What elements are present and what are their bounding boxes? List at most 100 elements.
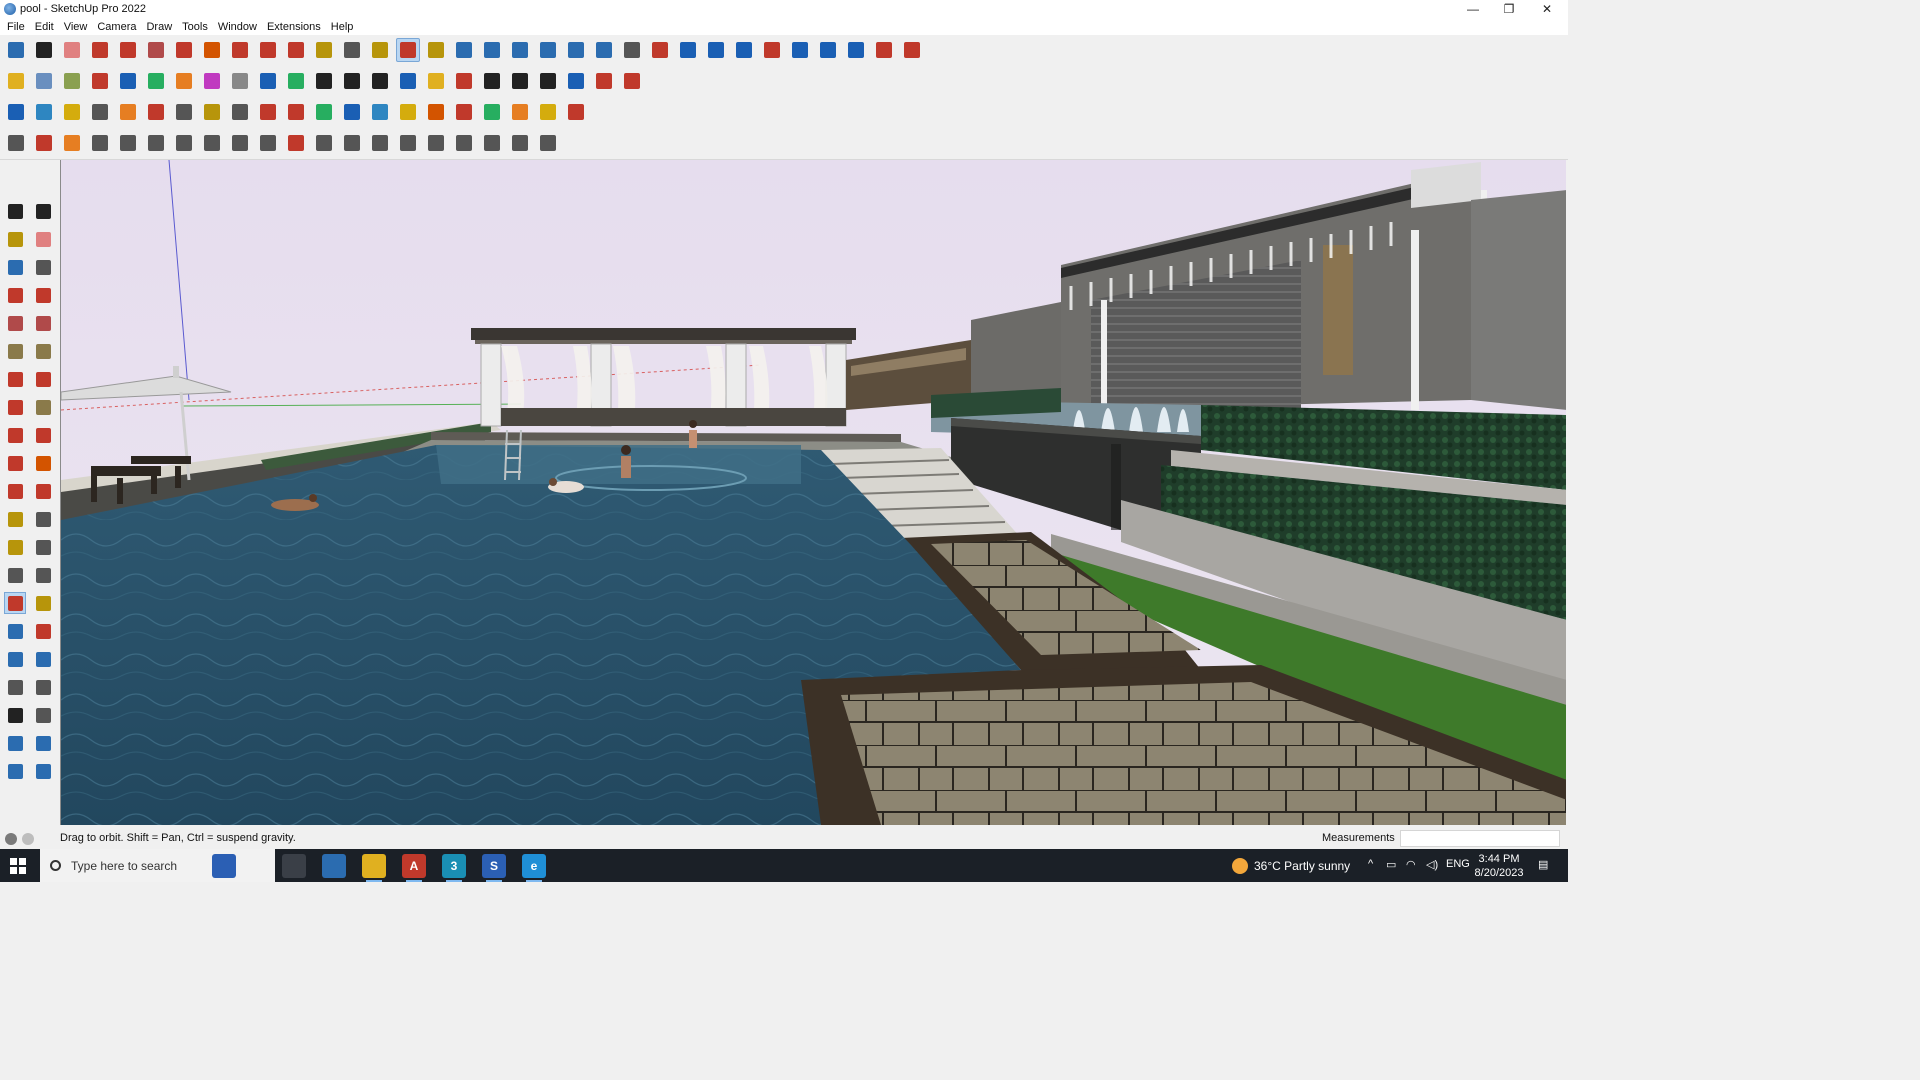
shape-i-button[interactable] bbox=[312, 131, 336, 155]
x-blue-button[interactable] bbox=[340, 100, 364, 124]
shape-b-button[interactable] bbox=[116, 131, 140, 155]
grid-button[interactable] bbox=[172, 100, 196, 124]
move-button[interactable] bbox=[228, 38, 252, 62]
minimize-button[interactable]: — bbox=[1454, 0, 1492, 18]
zoomwin-tool-button[interactable] bbox=[32, 620, 54, 642]
axis-button[interactable] bbox=[704, 38, 728, 62]
shape-q-button[interactable] bbox=[536, 131, 560, 155]
3dtext-tool-button[interactable] bbox=[32, 564, 54, 586]
taskbar-search[interactable]: Type here to search bbox=[40, 849, 275, 882]
volume-icon[interactable]: ◁) bbox=[1426, 858, 1438, 871]
zoom-extents-button[interactable] bbox=[4, 38, 28, 62]
arrow-red-button[interactable] bbox=[88, 69, 112, 93]
network-icon[interactable]: ▭ bbox=[1386, 858, 1396, 871]
menu-view[interactable]: View bbox=[59, 21, 93, 33]
menu-file[interactable]: File bbox=[2, 21, 30, 33]
shape-m-button[interactable] bbox=[424, 131, 448, 155]
offset-button[interactable] bbox=[60, 131, 84, 155]
axes-tool-button[interactable] bbox=[4, 256, 26, 278]
offset-tool-button[interactable] bbox=[32, 480, 54, 502]
section-plane-button[interactable] bbox=[536, 38, 560, 62]
shape-n-button[interactable] bbox=[452, 131, 476, 155]
acrobat-icon[interactable]: A bbox=[402, 854, 426, 882]
book-button[interactable] bbox=[200, 100, 224, 124]
shape-a-button[interactable] bbox=[88, 131, 112, 155]
arrow-orange-button[interactable] bbox=[172, 69, 196, 93]
cone-button[interactable] bbox=[368, 100, 392, 124]
door-button[interactable] bbox=[368, 69, 392, 93]
ellipse-shape-button[interactable] bbox=[536, 69, 560, 93]
menu-tools[interactable]: Tools bbox=[177, 21, 213, 33]
follow-me-button[interactable] bbox=[200, 38, 224, 62]
sandbox-tool-button[interactable] bbox=[4, 760, 26, 782]
sandbox2-tool-button[interactable] bbox=[32, 760, 54, 782]
box-wire-button[interactable] bbox=[32, 69, 56, 93]
shape-d-button[interactable] bbox=[172, 131, 196, 155]
sketchup-3-icon[interactable]: 3 bbox=[442, 854, 466, 882]
widgets-icon[interactable] bbox=[212, 854, 236, 878]
arc-tool-button[interactable] bbox=[4, 368, 26, 390]
align-button[interactable] bbox=[788, 38, 812, 62]
paint-bucket-button[interactable] bbox=[368, 38, 392, 62]
info-icon[interactable] bbox=[22, 833, 34, 845]
triangle-button[interactable] bbox=[396, 100, 420, 124]
orbit-tool-button[interactable] bbox=[4, 592, 26, 614]
square-red-button[interactable] bbox=[144, 100, 168, 124]
move-tool-button[interactable] bbox=[4, 424, 26, 446]
scatter-button[interactable] bbox=[564, 100, 588, 124]
menu-window[interactable]: Window bbox=[213, 21, 262, 33]
arrow-blue-button[interactable] bbox=[116, 69, 140, 93]
weather-widget[interactable]: 36°C Partly sunny bbox=[1232, 858, 1350, 874]
shape-c-button[interactable] bbox=[144, 131, 168, 155]
pie-tool-button[interactable] bbox=[32, 396, 54, 418]
orbit-button[interactable] bbox=[396, 38, 420, 62]
rect-tool-button[interactable] bbox=[4, 312, 26, 334]
text-tool-button[interactable] bbox=[32, 536, 54, 558]
menu-draw[interactable]: Draw bbox=[141, 21, 177, 33]
shape-o-button[interactable] bbox=[480, 131, 504, 155]
shape-f-button[interactable] bbox=[228, 131, 252, 155]
arc-button[interactable] bbox=[116, 38, 140, 62]
show-hidden-icons-icon[interactable]: ^ bbox=[1368, 858, 1373, 870]
flip-button[interactable] bbox=[732, 38, 756, 62]
push-pull-button[interactable] bbox=[172, 38, 196, 62]
edge-icon[interactable]: e bbox=[522, 854, 546, 882]
wifi-icon[interactable]: ◠ bbox=[1406, 858, 1416, 871]
language-indicator[interactable]: ENG bbox=[1446, 858, 1470, 870]
section2-tool-button[interactable] bbox=[32, 732, 54, 754]
maximize-button[interactable]: ❐ bbox=[1490, 0, 1528, 18]
file-explorer-icon[interactable] bbox=[362, 854, 386, 882]
sketchup-icon[interactable]: S bbox=[482, 854, 506, 882]
prevview-tool-button[interactable] bbox=[32, 648, 54, 670]
close-button[interactable]: ✕ bbox=[1528, 0, 1566, 18]
zoomext-tool-button[interactable] bbox=[4, 648, 26, 670]
polygon-tool-button[interactable] bbox=[32, 340, 54, 362]
box-shaded-button[interactable] bbox=[60, 69, 84, 93]
house-button[interactable] bbox=[312, 69, 336, 93]
geo-location-icon[interactable] bbox=[5, 833, 17, 845]
notifications-icon[interactable]: ▤ bbox=[1538, 858, 1548, 871]
shape-g-button[interactable] bbox=[256, 131, 280, 155]
loop-button[interactable] bbox=[116, 100, 140, 124]
chain-button[interactable] bbox=[228, 100, 252, 124]
magnet-button[interactable] bbox=[452, 100, 476, 124]
scale-tool-button[interactable] bbox=[4, 480, 26, 502]
plane-cyan-button[interactable] bbox=[32, 100, 56, 124]
line-tool-button[interactable] bbox=[4, 284, 26, 306]
rectangle-button[interactable] bbox=[144, 38, 168, 62]
calculator-icon[interactable] bbox=[322, 854, 346, 878]
text-label-button[interactable] bbox=[88, 100, 112, 124]
arc2-tool-button[interactable] bbox=[32, 368, 54, 390]
line-button[interactable] bbox=[88, 38, 112, 62]
fillet-button[interactable] bbox=[620, 69, 644, 93]
plus-green-button[interactable] bbox=[312, 100, 336, 124]
shape-h-button[interactable] bbox=[284, 131, 308, 155]
warehouse-button[interactable] bbox=[620, 38, 644, 62]
lookaround-tool-button[interactable] bbox=[32, 676, 54, 698]
curve-button[interactable] bbox=[228, 69, 252, 93]
transform-button[interactable] bbox=[4, 131, 28, 155]
distribute-button[interactable] bbox=[816, 38, 840, 62]
system-clock[interactable]: 3:44 PM 8/20/2023 bbox=[1474, 852, 1524, 880]
crate-button[interactable] bbox=[508, 100, 532, 124]
sandbox-button[interactable] bbox=[592, 38, 616, 62]
